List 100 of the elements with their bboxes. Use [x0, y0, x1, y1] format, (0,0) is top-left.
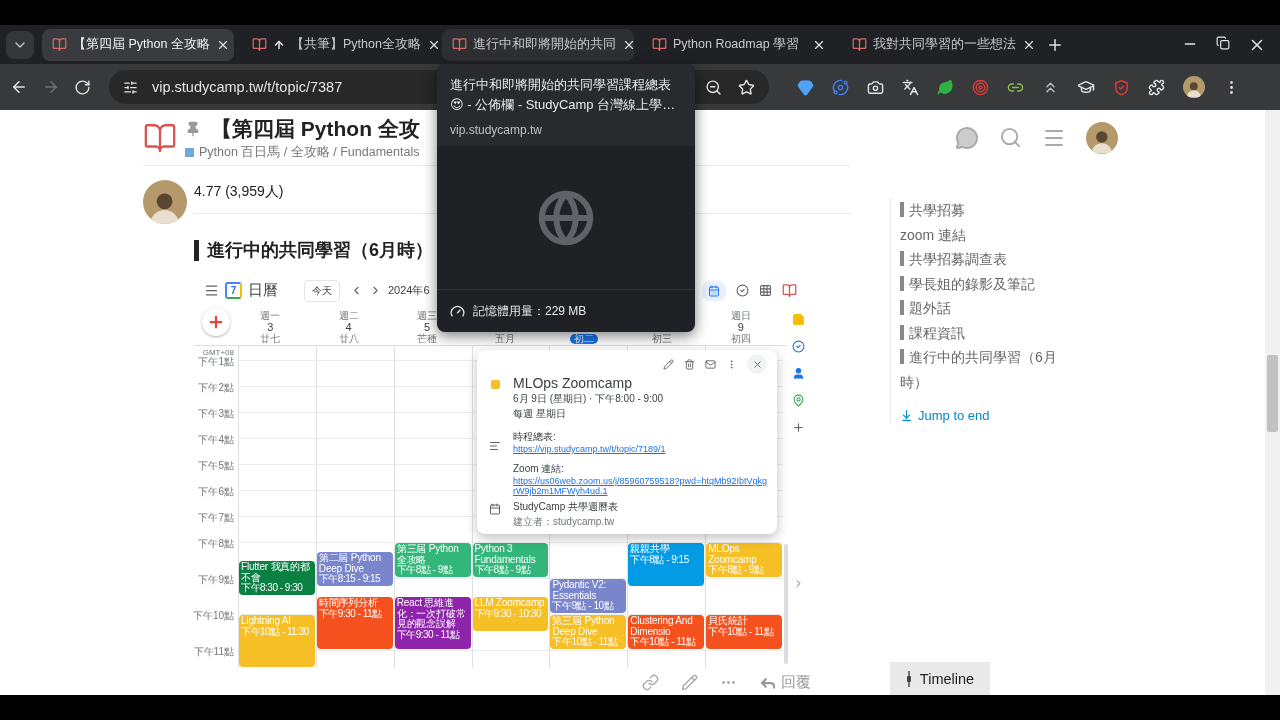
target-icon[interactable]	[972, 78, 989, 96]
extensions-icon[interactable]	[1148, 78, 1165, 96]
calendar-name: StudyCamp 共學週曆表	[513, 500, 620, 514]
back-icon[interactable]	[10, 78, 28, 96]
event-link[interactable]: https://vip.studycamp.tw/t/topic/7189/1	[513, 444, 767, 454]
pin-icon	[185, 120, 201, 137]
scrollbar[interactable]	[784, 544, 788, 664]
book-icon	[852, 37, 867, 52]
event-time: 下午8點 - 9點	[396, 565, 454, 576]
calendar-event[interactable]: Clustering And Dimensio 下午10點 - 11點	[628, 615, 705, 649]
delete-icon[interactable]	[684, 358, 695, 370]
weekday-label: 週日	[730, 311, 751, 322]
event-title: MLOps Zoomcamp	[708, 544, 758, 565]
scrollbar[interactable]	[1265, 110, 1280, 695]
calendar-event[interactable]: React 思維進化：一次打破常見的觀念誤解 下午9:30 - 11點	[394, 597, 471, 649]
event-link[interactable]: https://us06web.zoom.us/j/85960759518?pwd=htqMb92IbtVgkgrW9jb2m1MFWyh4ud.1	[513, 476, 767, 496]
calendar-event[interactable]: Python 3 Fundamentals 下午8點 - 9點	[472, 543, 549, 577]
date-label: 4	[345, 321, 352, 334]
author-avatar[interactable]	[143, 180, 187, 224]
bar-icon	[900, 251, 904, 266]
post-heading: 進行中的共同學習（6月時）	[207, 239, 433, 262]
book-icon	[252, 37, 267, 52]
lunar-date: 初四	[729, 333, 752, 344]
timeline-link[interactable]: 題外話	[900, 296, 1080, 321]
calendar-event[interactable]: 時間序列分析 下午9:30 - 11點	[316, 597, 393, 649]
tasks-icon[interactable]	[791, 340, 805, 353]
hour-label: 下午7點	[198, 511, 234, 525]
event-title: 第三屆 Python Deep Dive	[552, 616, 616, 637]
event-title: 親親共學	[630, 544, 671, 554]
profile-avatar[interactable]	[1183, 76, 1205, 98]
tasks-icon[interactable]	[736, 284, 749, 297]
person-icon[interactable]	[791, 367, 805, 380]
user-avatar[interactable]	[1086, 121, 1118, 154]
domain-text: vip.studycamp.tw	[450, 123, 544, 137]
calendar-logo: 7	[225, 282, 242, 299]
book-icon	[452, 37, 467, 52]
date-label: 3	[267, 321, 274, 333]
gauge-icon	[450, 303, 465, 319]
orbit-icon[interactable]	[832, 78, 849, 96]
event-repeat: 每週 星期日	[513, 407, 567, 421]
lunar-date: 五月	[494, 333, 517, 344]
event-title: MLOps Zoomcamp	[513, 375, 634, 391]
graduation-cap-icon[interactable]	[1077, 78, 1095, 96]
translate-icon[interactable]	[902, 78, 919, 96]
globe-icon	[537, 188, 595, 247]
calendar-view-button[interactable]	[702, 280, 726, 301]
gem-icon[interactable]	[797, 78, 814, 96]
tab-search-button[interactable]	[6, 30, 34, 59]
reload-icon[interactable]	[74, 78, 91, 96]
lunar-date: 初三	[651, 333, 674, 344]
camera-icon[interactable]	[867, 78, 884, 96]
map-pin-icon[interactable]	[791, 394, 805, 407]
timeline-button[interactable]: Timeline	[890, 662, 990, 695]
link-label: 時程總表:	[513, 431, 556, 442]
reply-button[interactable]: 回覆	[759, 673, 811, 692]
event-title: Pydantic V2: Essentials	[552, 580, 608, 601]
browser-tab[interactable]: 【第四屆 Python 全攻略	[42, 28, 234, 61]
link-label: Zoom 連結:	[513, 463, 565, 474]
leaf-icon[interactable]	[937, 78, 954, 96]
event-time: 下午10點 - 11:30	[241, 626, 310, 637]
weekday-label: 週二	[338, 311, 359, 322]
close-button[interactable]	[747, 354, 767, 374]
browser-tab[interactable]: Python Roadmap 學習	[642, 28, 834, 61]
event-title: React 思維進化：一次打破常見的觀念誤解	[396, 598, 467, 629]
event-time: 下午10點 - 11點	[708, 626, 775, 637]
event-title: Lightning AI	[241, 616, 292, 627]
event-title: LLM Zoomcamp	[474, 598, 546, 609]
bookmark-star-icon[interactable]	[738, 78, 755, 96]
bar-icon	[900, 202, 904, 217]
mail-icon[interactable]	[705, 358, 716, 370]
timeline-link[interactable]: 進行中的共同學習（6月時）	[900, 345, 1080, 394]
create-button[interactable]	[202, 308, 230, 336]
today-button[interactable]: 今天	[304, 279, 340, 302]
restore-icon[interactable]	[1216, 35, 1230, 50]
add-icon[interactable]	[791, 421, 805, 434]
date-label: 9	[737, 321, 744, 333]
browser-tab[interactable]: 進行中和即將開始的共同	[442, 28, 634, 61]
timeline-link[interactable]: 學長姐的錄影及筆記	[900, 271, 1080, 296]
browser-tab[interactable]: 我對共同學習的一些想法	[842, 28, 1034, 61]
browser-tab[interactable]: 【共筆】Python全攻略	[242, 28, 434, 61]
calendar-event[interactable]: 貝氏統計 下午10點 - 11點	[706, 615, 782, 649]
zoom-out-icon[interactable]	[705, 78, 722, 96]
timeline-link[interactable]: zoom 連結	[900, 222, 1080, 247]
site-info-icon[interactable]	[123, 79, 138, 95]
timeline-link[interactable]: 共學招募	[900, 198, 1080, 223]
calendar-event[interactable]: Pydantic V2: Essentials 下午9點 - 10點	[550, 579, 627, 613]
apps-icon[interactable]	[759, 284, 772, 297]
timeline-link[interactable]: 課程資訊	[900, 320, 1080, 345]
description-icon	[489, 440, 501, 452]
calendar-event[interactable]: 第二屆 Python Deep Dive 下午8:15 - 9:15	[316, 552, 393, 586]
calendar-event[interactable]: 第三屆 Python 全攻略 下午8點 - 9點	[394, 543, 471, 577]
shield-icon[interactable]	[1113, 78, 1130, 96]
event-time: 下午9:30 - 11點	[318, 608, 383, 619]
calendar-event[interactable]: Flutter 我真的都不會 下午8:30 - 9:30	[239, 561, 315, 595]
calendar-event[interactable]: 親親共學 下午8點 - 9:15	[628, 543, 705, 586]
jump-to-end-link[interactable]: Jump to end	[900, 408, 1080, 423]
category-breadcrumb[interactable]: Python 百日馬 / 全攻略 / Fundamentals	[185, 143, 420, 161]
timeline-link[interactable]: 共學招募調查表	[900, 247, 1080, 272]
event-time: 下午10點 - 11點	[552, 637, 619, 648]
edit-icon[interactable]	[663, 358, 674, 370]
